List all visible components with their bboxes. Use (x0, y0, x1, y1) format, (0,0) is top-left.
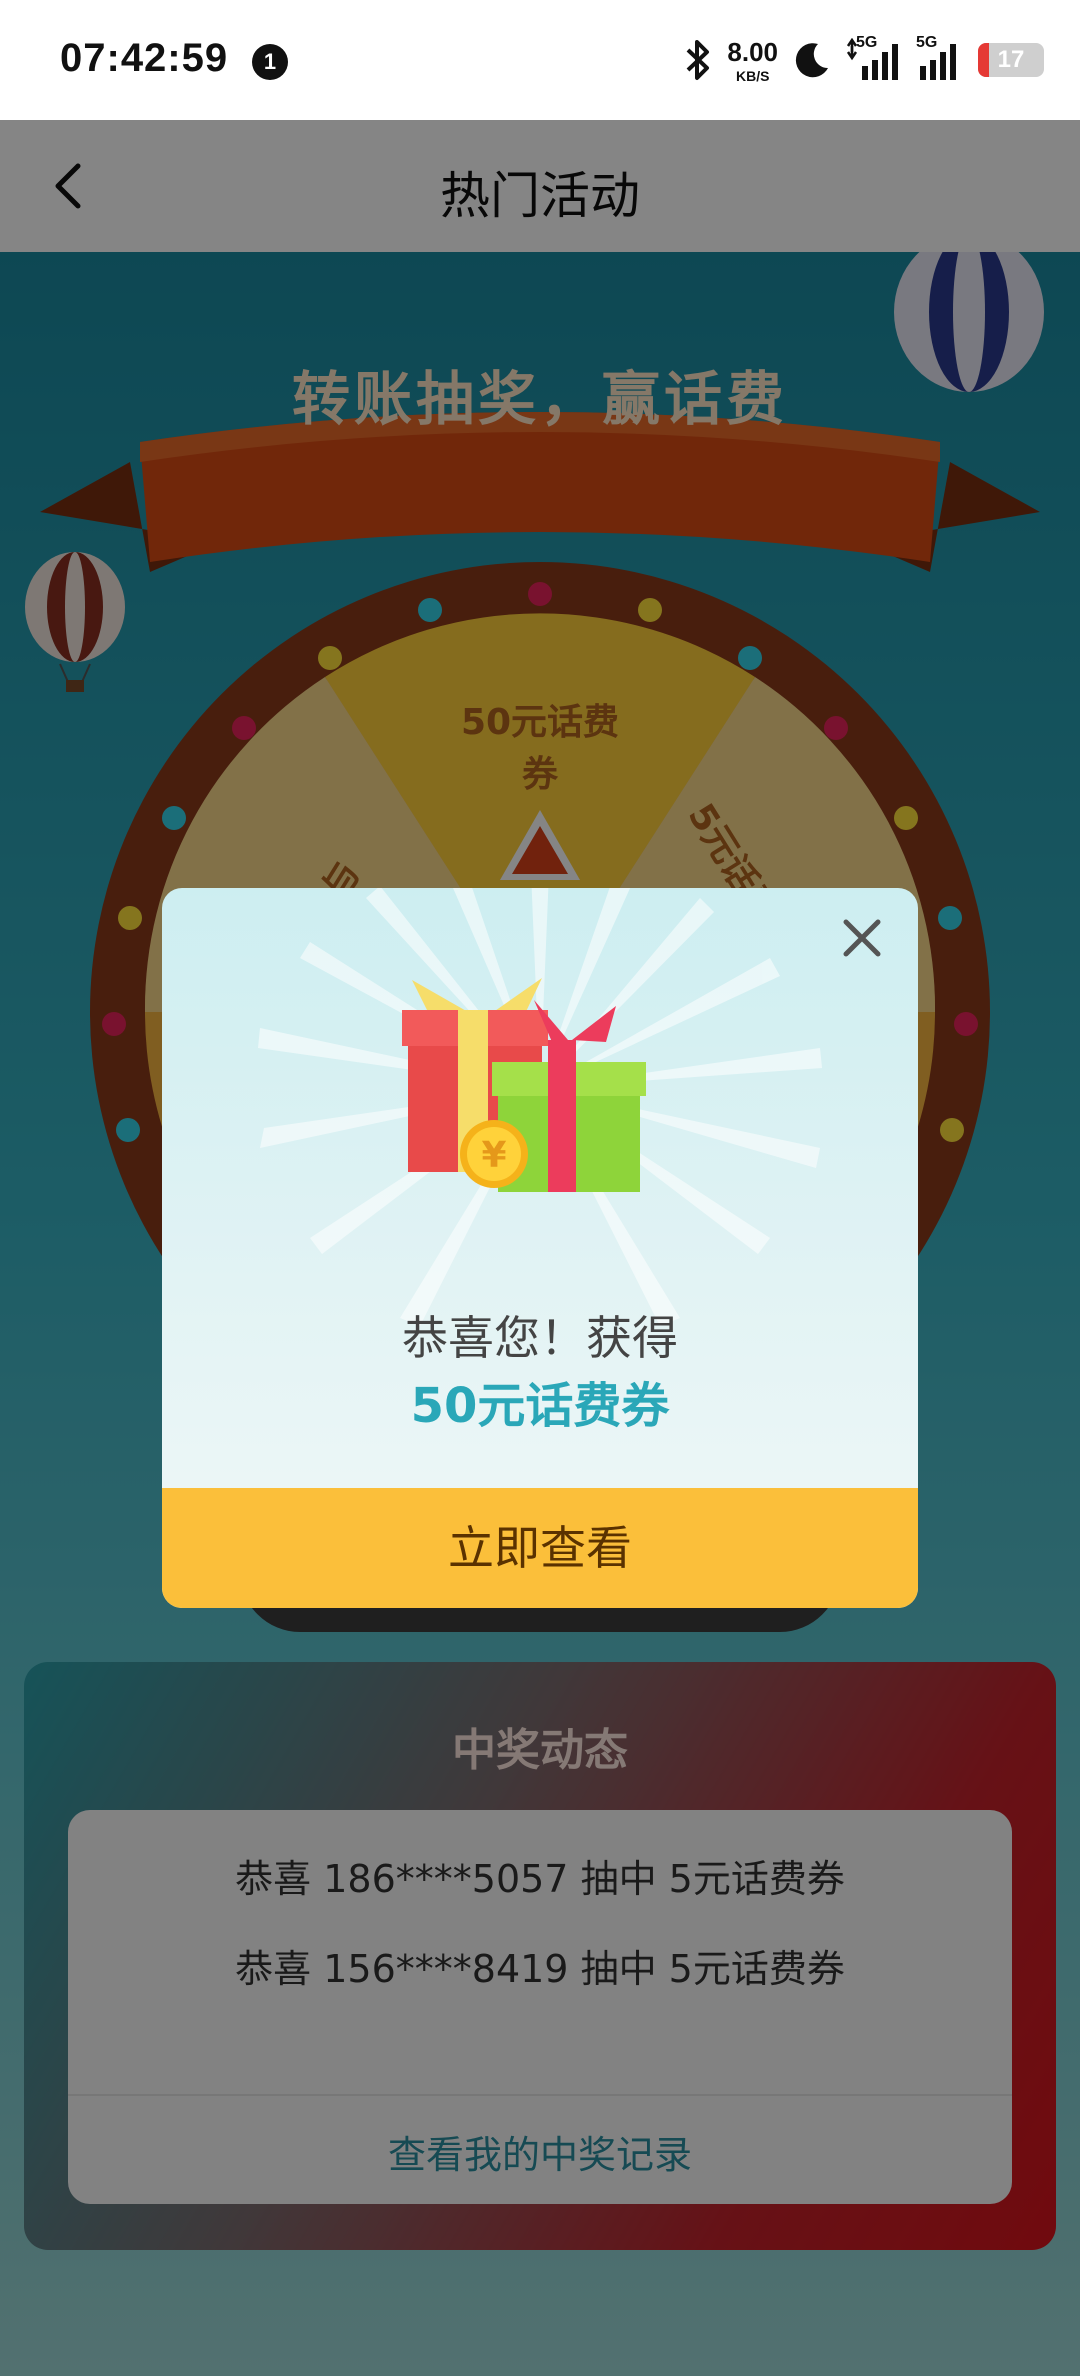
network-speed-value: 8.00 (727, 36, 778, 67)
gift-box-icon: ¥ (402, 978, 646, 1192)
signal-bars-icon (846, 38, 898, 80)
network-speed-unit: KB/S (735, 67, 770, 84)
signal-indicator-1: 5G (846, 34, 902, 82)
status-time: 07:42:59 (60, 36, 229, 80)
signal-indicator-2: 5G (916, 34, 964, 82)
notification-badge: 1 (252, 44, 288, 80)
bluetooth-icon (687, 40, 710, 80)
close-icon[interactable] (832, 908, 892, 968)
congrats-text: 恭喜您！获得 (402, 1311, 678, 1365)
battery-level: 17 (997, 46, 1025, 73)
network-speed: 8.00 KB/S (727, 37, 778, 84)
moon-icon (795, 43, 828, 78)
prize-text: 50元话费券 (410, 1378, 670, 1434)
status-icons: 8.00 KB/S 5G 5G 17 (683, 34, 1044, 86)
svg-text:¥: ¥ (481, 1135, 506, 1176)
battery-icon: 17 (978, 43, 1044, 77)
prize-dialog: ¥ 恭喜您！获得 50元话费券 立即查看 (162, 888, 918, 1608)
status-bar: 07:42:59 1 8.00 KB/S 5G 5G 17 (0, 0, 1080, 120)
view-now-button[interactable]: 立即查看 (162, 1488, 918, 1608)
signal-bars-icon (920, 44, 956, 80)
